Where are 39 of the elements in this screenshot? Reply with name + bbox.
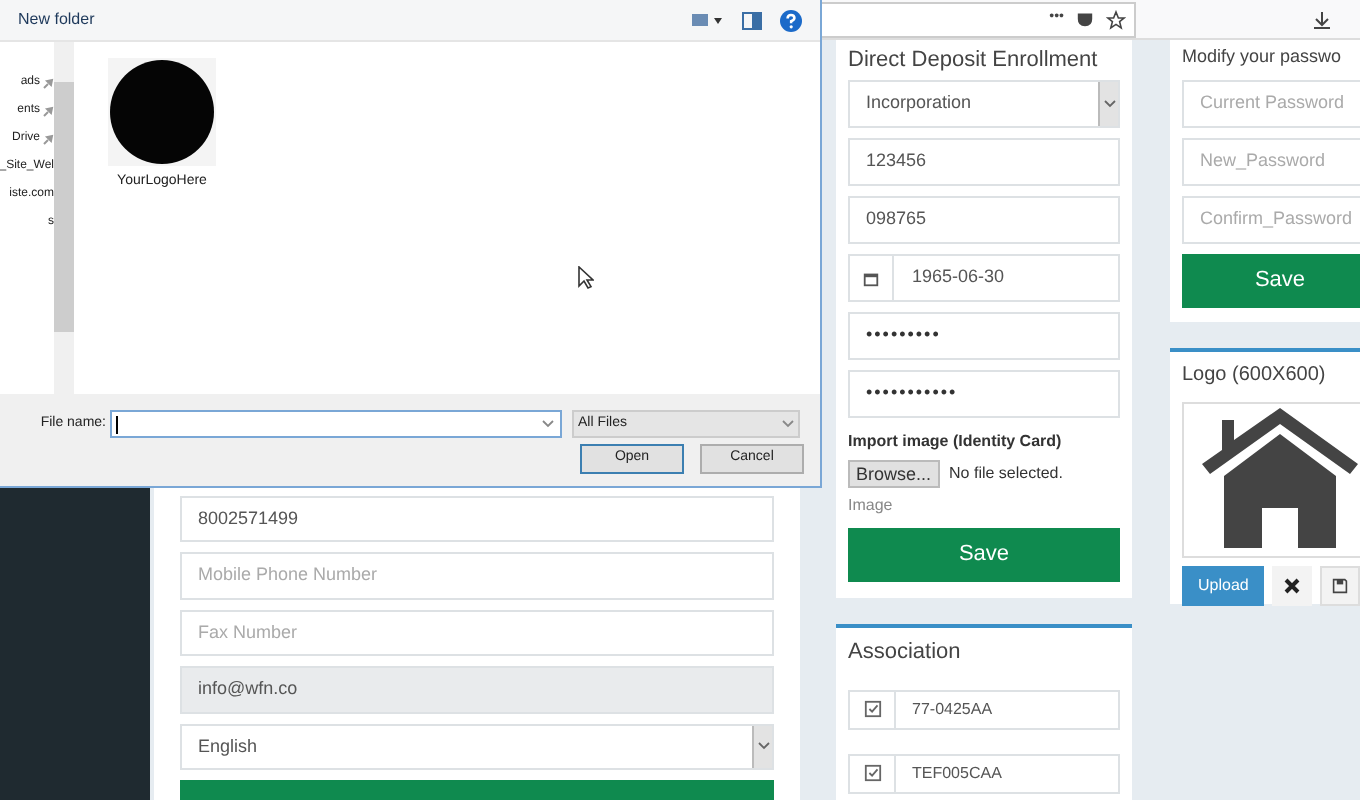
chevron-down-icon [1103,100,1115,108]
close-icon[interactable] [1284,578,1301,594]
cursor-icon [578,266,594,290]
chevron-down-icon [782,420,794,428]
checkbox-icon[interactable] [863,764,881,782]
card-title: Modify your passwo [1182,44,1342,70]
chevron-down-icon [757,742,769,751]
star-icon[interactable] [1106,9,1126,29]
field-label: Image [848,494,895,518]
save-button[interactable]: Save [848,528,1120,582]
select-field[interactable]: Incorporation [848,80,1120,128]
card-title: Logo (600X600) [1182,362,1328,390]
input-field[interactable]: 8002571499 [180,496,774,543]
association-row: 77-0425AA [848,689,1120,729]
preview-pane-icon[interactable] [742,11,762,29]
help-icon[interactable] [780,9,802,31]
browse-button[interactable]: Browse... [848,460,940,488]
select-field[interactable]: English [180,723,774,771]
view-icon[interactable] [692,12,724,28]
file-name-field[interactable] [110,410,562,438]
upload-button[interactable]: Upload [1182,566,1265,606]
association-row: TEF005CAA [848,753,1120,793]
shield-icon[interactable] [1076,10,1094,28]
field-label: Import image (Identity Card) [848,430,1064,454]
chevron-down-icon [542,420,554,428]
new-folder-button[interactable]: New folder [18,8,95,32]
download-icon[interactable] [1312,9,1332,29]
input-field[interactable]: ••••••••• [848,312,1120,360]
save-button[interactable]: Save [1182,254,1360,308]
date-field[interactable]: 1965-06-30 [848,254,1120,302]
card-title: Association [848,638,963,668]
input-field[interactable]: 098765 [848,196,1120,244]
file-status: No file selected. [949,462,1063,486]
checkbox-icon[interactable] [863,700,881,718]
card-title: Direct Deposit Enrollment [848,46,1100,76]
save-icon[interactable] [1320,566,1360,606]
scrollbar[interactable] [54,42,74,394]
input-field[interactable]: 123456 [848,138,1120,186]
input-field[interactable]: ••••••••••• [848,370,1120,418]
